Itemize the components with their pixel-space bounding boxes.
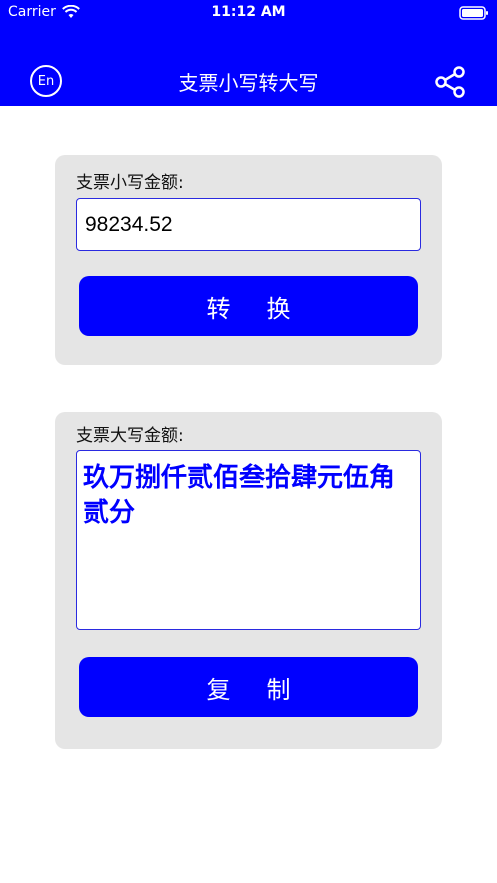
lowercase-amount-label: 支票小写金额: [76, 173, 184, 193]
battery-icon [459, 6, 488, 20]
copy-button[interactable]: 复制 [79, 657, 418, 717]
convert-button[interactable]: 转换 [79, 276, 418, 336]
uppercase-panel: 支票大写金额: 玖万捌仟贰佰叁拾肆元伍角贰分 复制 [55, 412, 442, 749]
uppercase-amount-output[interactable]: 玖万捌仟贰佰叁拾肆元伍角贰分 [76, 450, 421, 630]
share-icon[interactable] [432, 64, 468, 100]
uppercase-amount-label: 支票大写金额: [76, 426, 184, 446]
page-title: 支票小写转大写 [178, 71, 319, 95]
nav-bar: En 支票小写转大写 [0, 52, 497, 106]
lowercase-amount-input[interactable]: 98234.52 [76, 198, 421, 251]
lowercase-panel: 支票小写金额: 98234.52 转换 [55, 155, 442, 365]
copy-button-label: 复制 [206, 675, 327, 704]
convert-button-label: 转换 [206, 294, 327, 323]
status-time: 11:12 AM [211, 4, 286, 20]
app-header: Carrier 11:12 AM En 支票小写转大写 [0, 0, 497, 106]
status-bar: Carrier 11:12 AM [0, 0, 497, 26]
